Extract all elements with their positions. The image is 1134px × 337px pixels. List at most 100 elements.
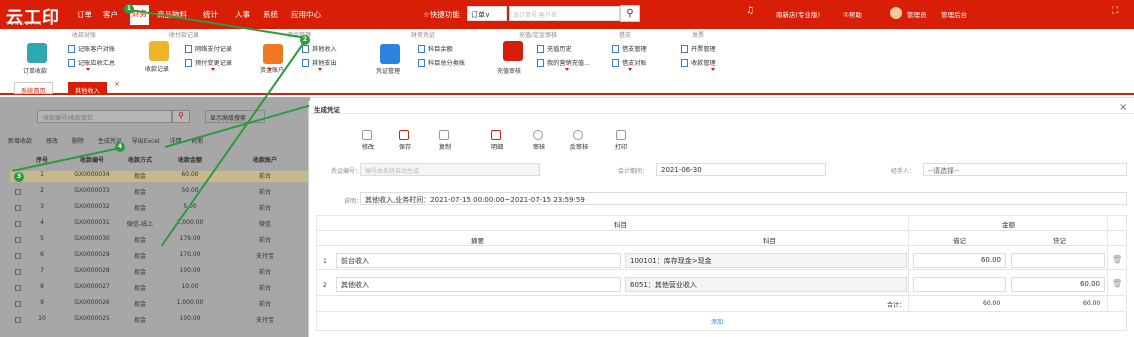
delete-button[interactable]: 删除 <box>72 138 84 145</box>
table-row[interactable]: 9 GX0000026 现金 1,000.00 前台 <box>10 299 310 310</box>
table-row[interactable]: 10 GX0000025 现金 100.00 支付宝 <box>10 315 310 326</box>
tab-other-income[interactable]: 其他收入 <box>68 82 107 95</box>
print-icon[interactable] <box>616 130 626 140</box>
credit-input[interactable]: 60.00 <box>1011 277 1105 292</box>
credit-input[interactable] <box>1011 253 1105 268</box>
ribbon-item[interactable]: 预付变更记录 <box>185 58 232 67</box>
help-link[interactable]: ②帮助 <box>843 9 862 19</box>
note-field[interactable]: 其他收入,业务时间：2021-07-15 00:00:00~2021-07-15… <box>360 192 1127 205</box>
table-row[interactable]: 6 GX0000029 现金 170.00 支付宝 <box>10 251 310 262</box>
ribbon-item[interactable]: 记账应收汇总 <box>68 58 115 67</box>
row-checkbox[interactable] <box>15 221 21 227</box>
trash-icon[interactable]: 🗑 <box>1112 255 1122 264</box>
row-checkbox[interactable] <box>15 285 21 291</box>
nav-stats[interactable]: 统计 <box>203 9 218 20</box>
row-checkbox[interactable] <box>15 205 21 211</box>
ribbon-item[interactable]: 网络支付记录 <box>185 44 232 53</box>
avatar[interactable] <box>890 7 902 19</box>
nav-apps[interactable]: 应用中心 <box>291 9 321 20</box>
ribbon-item[interactable]: 充值历史 <box>537 44 572 53</box>
unapprove-button[interactable]: 反审核 <box>566 142 592 151</box>
nav-hr[interactable]: 人事 <box>235 9 250 20</box>
order-payment-icon[interactable] <box>27 43 47 63</box>
table-row[interactable]: 7 GX0000028 现金 100.00 前台 <box>10 267 310 278</box>
copy-button[interactable]: 复制 <box>432 142 458 151</box>
chevron-down-icon[interactable] <box>565 68 569 71</box>
chevron-down-icon[interactable] <box>86 68 90 71</box>
add-row-link[interactable]: 添加 <box>711 317 723 326</box>
chevron-down-icon[interactable] <box>628 68 632 71</box>
trash-icon[interactable]: 🗑 <box>1112 279 1122 288</box>
debit-input[interactable] <box>913 277 1006 292</box>
detail-icon[interactable] <box>491 130 501 140</box>
edit-button[interactable]: 修改 <box>355 142 381 151</box>
summary-input[interactable]: 其他收入 <box>336 277 621 292</box>
user-role[interactable]: 管理员 <box>907 9 927 19</box>
receipt-record-icon[interactable] <box>149 41 169 61</box>
row-checkbox[interactable] <box>15 253 21 259</box>
close-icon[interactable]: × <box>1119 102 1127 113</box>
fullscreen-icon[interactable]: ⛶ <box>1112 6 1118 16</box>
ribbon-item[interactable]: 其他收入 <box>302 44 337 53</box>
ribbon-item[interactable]: 科目余额 <box>418 44 453 53</box>
nav-customers[interactable]: 客户 <box>103 9 118 20</box>
chevron-down-icon[interactable] <box>318 68 322 71</box>
edit-icon[interactable] <box>362 130 372 140</box>
ribbon-item[interactable]: 记账客户对账 <box>68 44 115 53</box>
search-icon[interactable]: ⚲ <box>620 5 640 22</box>
row-checkbox[interactable] <box>15 317 21 323</box>
fund-account-icon[interactable] <box>263 44 283 64</box>
subject-input[interactable]: 6051：其他营业收入 <box>625 277 907 292</box>
table-row[interactable]: 4 GX0000031 微信-线上 2,000.00 微信 <box>10 219 310 230</box>
table-row[interactable]: 3GX0000032现金5.00前台 <box>10 203 310 214</box>
unapprove-icon[interactable] <box>573 130 583 140</box>
row-checkbox[interactable] <box>15 237 21 243</box>
print-button[interactable]: 打印 <box>608 142 634 151</box>
row-checkbox[interactable] <box>15 269 21 275</box>
bell-icon[interactable]: ♫ <box>746 6 754 16</box>
ribbon-item[interactable]: 收款管理 <box>681 58 716 67</box>
debit-input[interactable]: 60.00 <box>913 253 1006 268</box>
recharge-review-label[interactable]: 充值审核 <box>497 66 521 75</box>
subject-input[interactable]: 100101：库存现金>现金 <box>625 253 907 268</box>
export-excel-button[interactable]: 导出Excel <box>132 138 160 145</box>
approve-icon[interactable] <box>533 130 543 140</box>
save-button[interactable]: 保存 <box>392 142 418 151</box>
tab-home[interactable]: 系统首页 <box>14 82 53 95</box>
voucher-manage-icon[interactable] <box>380 44 400 64</box>
row-checkbox[interactable] <box>15 301 21 307</box>
chevron-down-icon[interactable] <box>711 68 715 71</box>
ribbon-item[interactable]: 我的营销充值... <box>537 58 590 67</box>
table-row[interactable]: 1 GX0000034 现金 60.00 前台 <box>10 171 310 182</box>
receipt-record-label[interactable]: 收款记录 <box>145 64 169 73</box>
chevron-down-icon[interactable] <box>268 68 272 71</box>
table-row[interactable]: 8 GX0000027 现金 10.00 前台 <box>10 283 310 294</box>
order-payment-label[interactable]: 订单收款 <box>23 66 47 75</box>
search-input[interactable]: 选订单号/客户名 <box>509 6 620 21</box>
recharge-review-icon[interactable] <box>503 41 523 61</box>
ribbon-item[interactable]: 其他支出 <box>302 58 337 67</box>
nav-system[interactable]: 系统 <box>263 9 278 20</box>
store-name[interactable]: 南新店(专业版) <box>776 9 820 19</box>
edit-button[interactable]: 修改 <box>46 138 58 145</box>
period-field[interactable]: 2021-06-30 <box>656 163 826 176</box>
ribbon-item[interactable]: 借支对账 <box>612 58 647 67</box>
ribbon-item[interactable]: 借支管理 <box>612 44 647 53</box>
copy-icon[interactable] <box>439 130 449 140</box>
detail-button[interactable]: 明细 <box>484 142 510 151</box>
receipt-search-input[interactable]: 收款编号/收款单位 <box>37 110 172 123</box>
ribbon-item[interactable]: 开票管理 <box>681 44 716 53</box>
summary-input[interactable]: 前台收入 <box>336 253 621 268</box>
approve-button[interactable]: 审核 <box>526 142 552 151</box>
backend-link[interactable]: 管理后台 <box>941 9 967 19</box>
table-row[interactable]: 2 GX0000033 现金 50.00 前台 <box>10 187 310 198</box>
nav-orders[interactable]: 订单 <box>77 9 92 20</box>
save-icon[interactable] <box>399 130 409 140</box>
add-receipt-button[interactable]: 新增收款 <box>8 138 32 145</box>
handler-select[interactable]: --请选择-- <box>923 163 1127 176</box>
search-type-select[interactable]: 订单∨ <box>467 6 507 21</box>
quick-functions[interactable]: ☆快捷功能 <box>423 9 460 20</box>
close-icon[interactable]: × <box>114 80 120 88</box>
voucher-manage-label[interactable]: 凭证管理 <box>376 66 400 75</box>
chevron-down-icon[interactable] <box>211 68 215 71</box>
